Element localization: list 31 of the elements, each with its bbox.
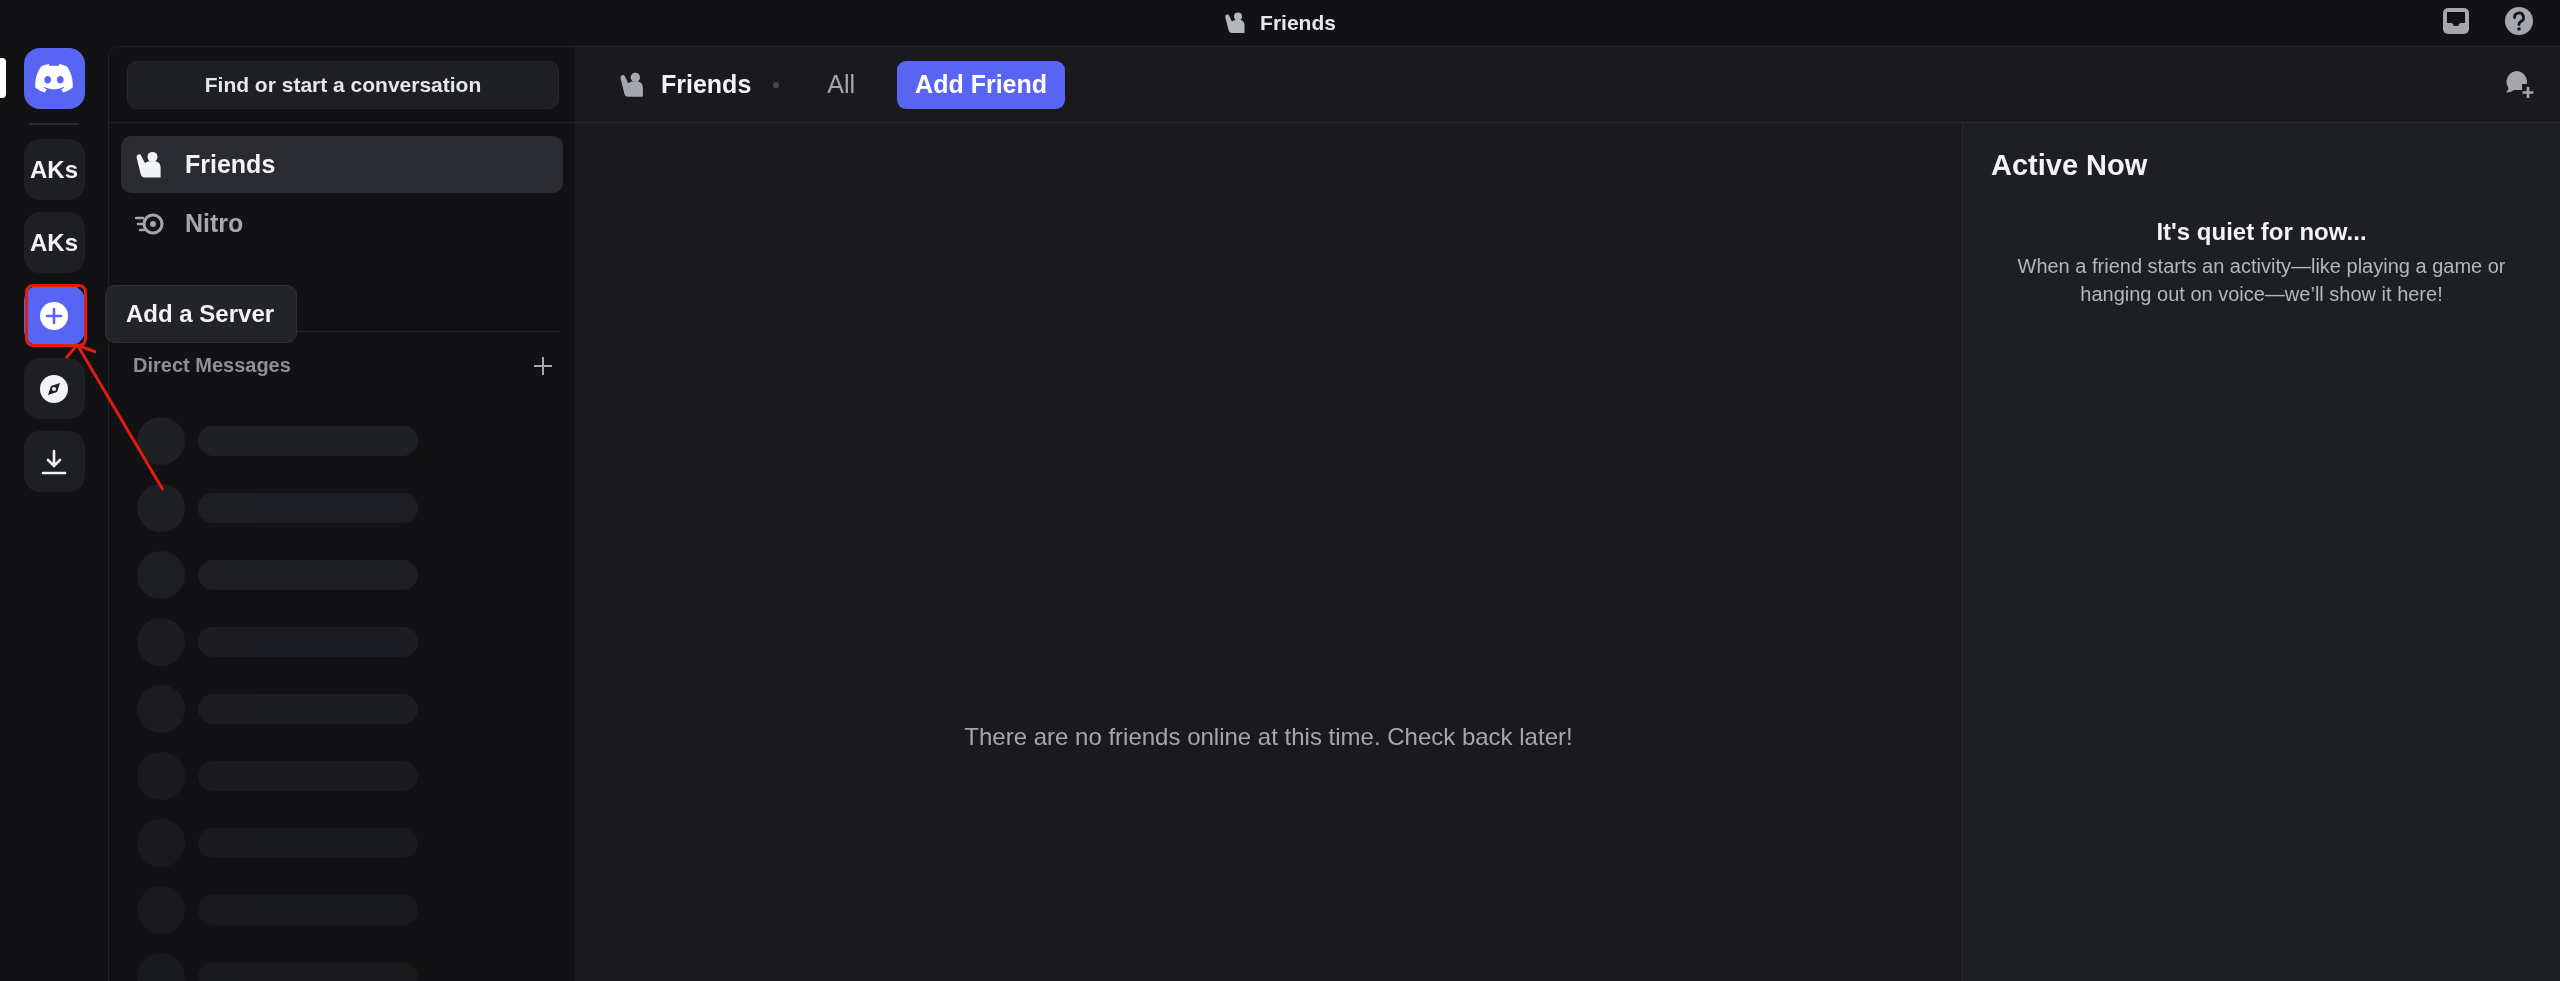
inbox-icon[interactable] — [2442, 7, 2470, 35]
nitro-icon — [135, 211, 165, 236]
game-controller-face-icon — [35, 64, 73, 93]
page-title: Friends — [661, 70, 752, 99]
nav-item[interactable]: Nitro — [121, 195, 563, 252]
server-button[interactable]: AKs — [23, 212, 85, 273]
explore-button[interactable] — [23, 358, 85, 419]
avatar-placeholder — [137, 484, 185, 532]
help-icon[interactable] — [2504, 6, 2534, 36]
home-button[interactable] — [23, 48, 85, 109]
download-icon — [40, 447, 68, 476]
tooltip: Add a Server — [105, 285, 298, 343]
empty-description: When a friend starts an activity—like playing a game or hanging out on voice—we’ll show it here! — [2016, 254, 2507, 307]
empty-title: It's quiet for now... — [2155, 218, 2368, 246]
nav-label: Friends — [185, 150, 276, 179]
nav-label: Nitro — [185, 209, 244, 238]
plus-circle-icon — [39, 300, 69, 331]
tab[interactable]: All — [809, 60, 874, 109]
search-button[interactable]: Find or start a conversation — [127, 60, 559, 109]
compass-icon — [39, 373, 69, 404]
section-title: Direct Messages — [133, 354, 291, 377]
nav-item[interactable]: Friends — [121, 136, 563, 193]
plus-icon[interactable] — [533, 355, 553, 376]
server-button[interactable]: AKs — [23, 139, 85, 200]
avatar-placeholder — [137, 417, 185, 465]
window-title: Friends — [1260, 11, 1336, 35]
add-friend-button[interactable]: Add Friend — [897, 60, 1066, 109]
panel-title: Active Now — [1991, 149, 2149, 182]
empty-message: There are no friends online at this time. Check back later! — [964, 723, 1573, 751]
highlight-frame — [25, 284, 87, 347]
download-button[interactable] — [23, 431, 85, 492]
